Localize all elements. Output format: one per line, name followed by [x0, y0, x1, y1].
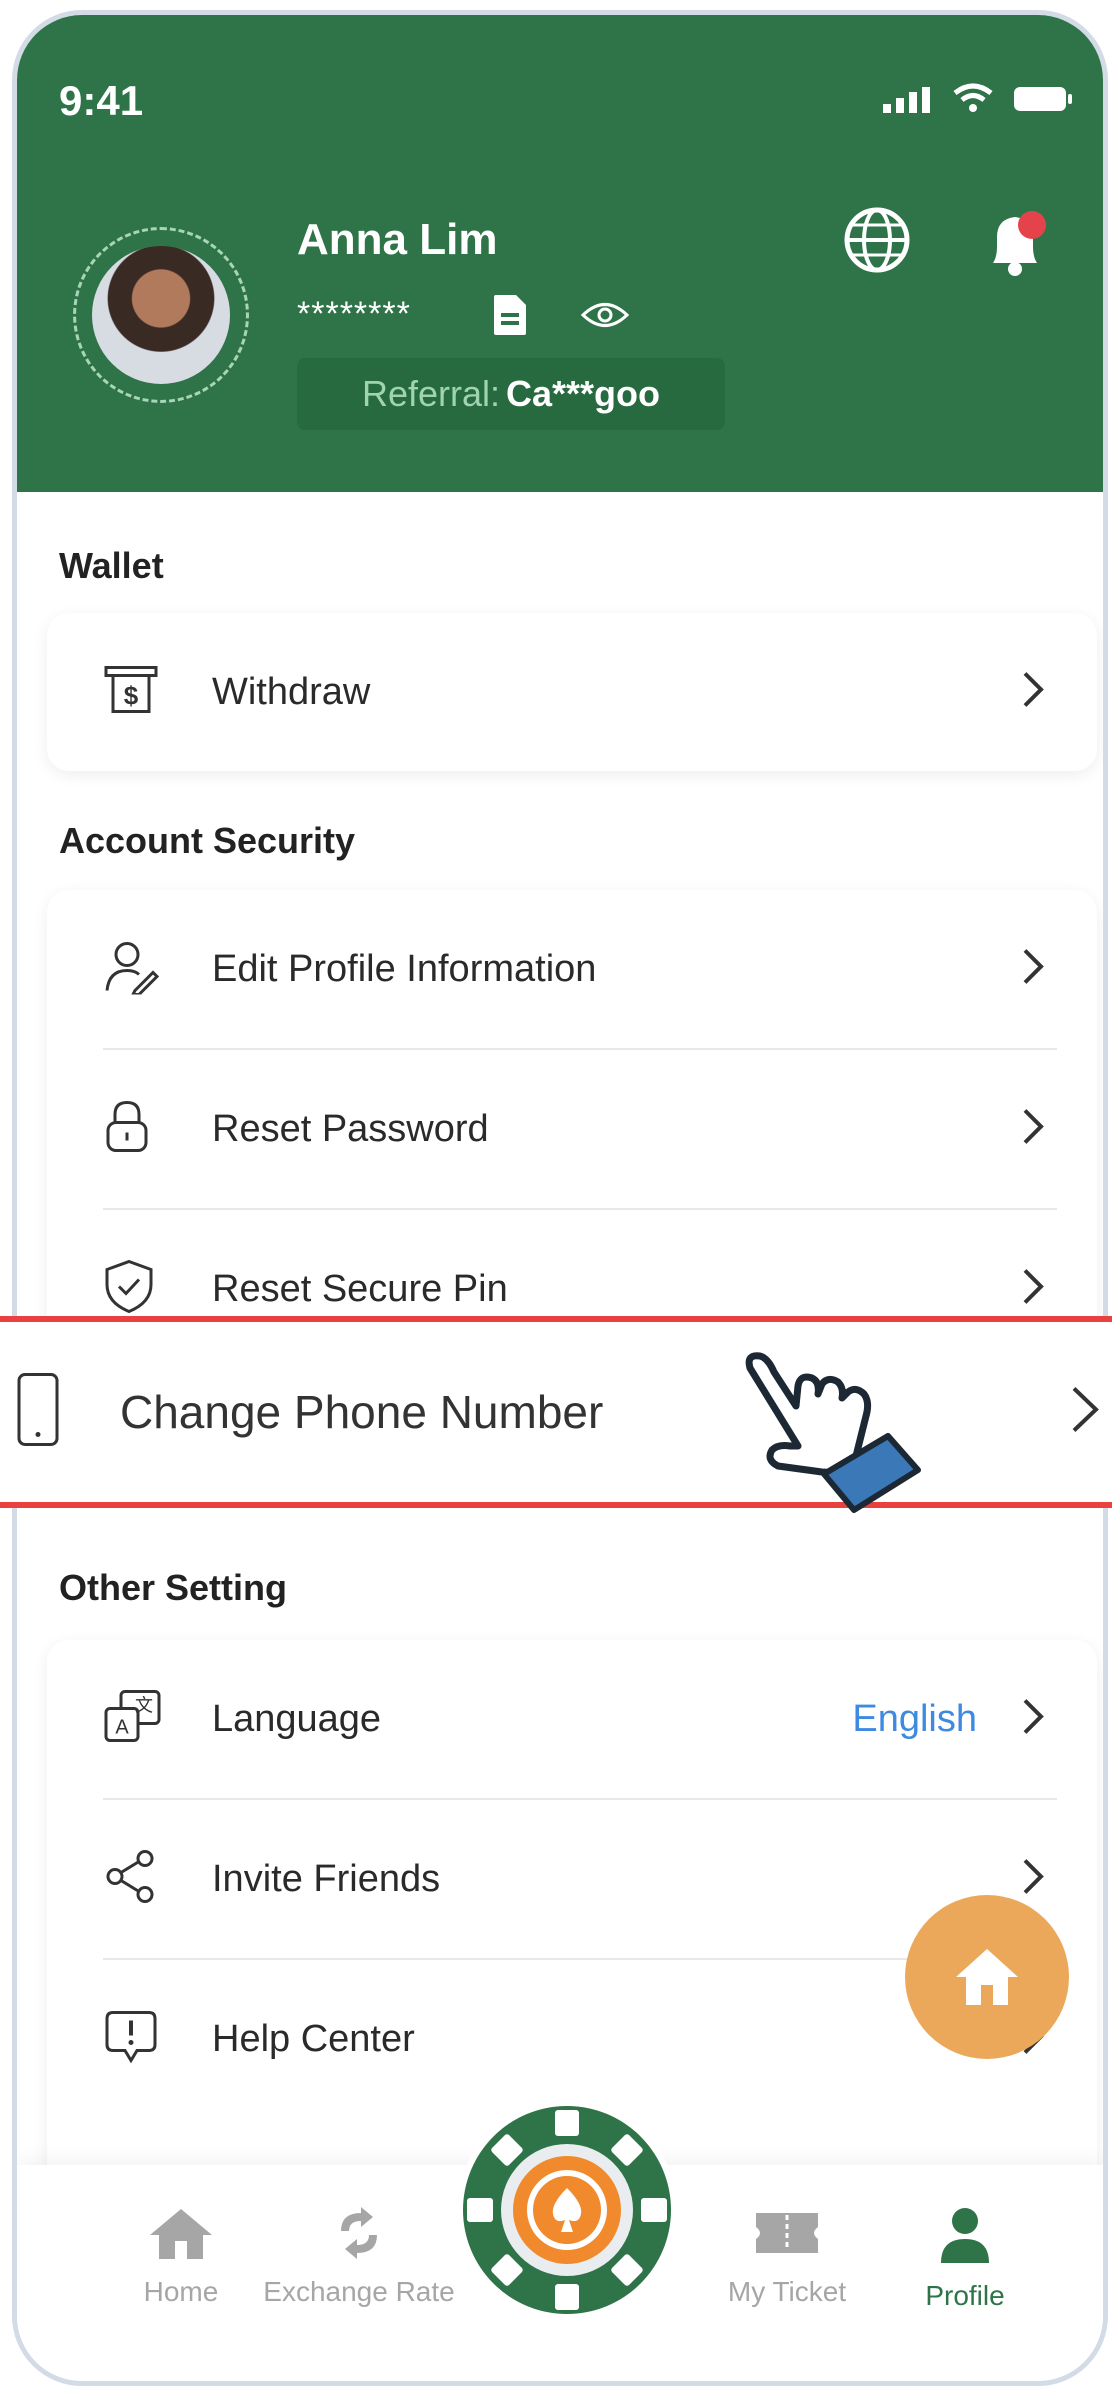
share-icon — [103, 1849, 159, 1910]
referral-label: Referral: — [361, 373, 500, 414]
language-row[interactable]: A 文 Language English — [47, 1640, 1097, 1798]
invite-friends-label: Invite Friends — [212, 1857, 441, 1900]
chevron-right-icon — [1021, 1697, 1045, 1742]
poker-chip-icon — [463, 2106, 671, 2314]
lock-icon — [103, 1099, 151, 1160]
user-name: Anna Lim — [297, 215, 498, 264]
home-icon — [150, 2209, 212, 2259]
nav-profile[interactable]: Profile — [865, 2205, 1065, 2312]
phone-icon — [16, 1372, 60, 1453]
help-center-label: Help Center — [212, 2017, 415, 2060]
cash-icon: $ — [103, 665, 159, 720]
nav-my-ticket-label: My Ticket — [727, 2276, 847, 2307]
status-time: 9:41 — [59, 77, 144, 124]
status-icons — [883, 83, 1073, 113]
reset-password-row[interactable]: Reset Password — [47, 1050, 1097, 1208]
edit-profile-row[interactable]: Edit Profile Information — [47, 890, 1097, 1048]
chevron-right-icon — [1021, 1857, 1045, 1902]
translate-icon: A 文 — [103, 1689, 163, 1750]
referral-code: Ca***goo — [506, 373, 661, 414]
shield-check-icon — [103, 1259, 155, 1320]
wallet-section-title: Wallet — [59, 545, 164, 586]
referral-badge[interactable]: Referral: Ca***goo — [297, 358, 725, 430]
wifi-icon — [953, 83, 993, 112]
chevron-right-icon — [1070, 1385, 1100, 1440]
change-phone-number-label: Change Phone Number — [120, 1386, 604, 1438]
nav-profile-label: Profile — [925, 2280, 1005, 2311]
language-label: Language — [212, 1697, 382, 1740]
signal-icon — [883, 87, 930, 113]
chevron-right-icon — [1021, 1267, 1045, 1312]
profile-header: 9:41 Anna Lim ******** Referral: Ca***go… — [17, 15, 1103, 492]
user-edit-icon — [103, 939, 160, 1000]
avatar[interactable] — [92, 246, 230, 384]
wallet-card: $ Withdraw — [47, 613, 1097, 771]
account-security-section-title: Account Security — [59, 820, 356, 861]
reset-secure-pin-label: Reset Secure Pin — [212, 1267, 508, 1310]
other-setting-section-title: Other Setting — [59, 1567, 288, 1608]
masked-account-id: ******** — [297, 295, 411, 333]
chevron-right-icon — [1021, 670, 1045, 715]
exchange-icon — [341, 2207, 377, 2259]
withdraw-row[interactable]: $ Withdraw — [47, 613, 1097, 771]
copy-icon[interactable] — [490, 293, 530, 342]
nav-home[interactable]: Home — [81, 2205, 281, 2308]
center-chip-button[interactable] — [457, 2100, 677, 2320]
eye-icon[interactable] — [580, 300, 630, 335]
battery-icon — [1014, 87, 1072, 111]
help-icon — [103, 2009, 159, 2070]
ticket-icon — [756, 2213, 818, 2253]
svg-text:A: A — [115, 1717, 129, 1739]
notification-bell-icon[interactable] — [977, 205, 1057, 290]
language-value: English — [852, 1697, 977, 1740]
reset-password-label: Reset Password — [212, 1107, 489, 1150]
nav-home-label: Home — [143, 2276, 219, 2307]
edit-profile-label: Edit Profile Information — [212, 947, 597, 990]
chevron-right-icon — [1021, 1107, 1045, 1152]
floating-home-button[interactable] — [905, 1895, 1069, 2059]
withdraw-label: Withdraw — [212, 670, 371, 713]
nav-my-ticket[interactable]: My Ticket — [687, 2205, 887, 2308]
profile-icon — [941, 2208, 989, 2263]
pointing-hand-cursor-icon — [738, 1350, 938, 1535]
home-icon — [956, 1949, 1018, 2005]
nav-exchange-rate-label: Exchange Rate — [263, 2276, 455, 2307]
avatar-ring — [73, 227, 249, 403]
nav-exchange-rate[interactable]: Exchange Rate — [259, 2205, 459, 2308]
svg-text:文: 文 — [135, 1696, 153, 1717]
svg-text:$: $ — [124, 681, 139, 711]
phone-frame: 9:41 Anna Lim ******** Referral: Ca***go… — [12, 10, 1108, 2386]
chevron-right-icon — [1021, 947, 1045, 992]
change-phone-number-row[interactable]: Change Phone Number — [0, 1316, 1112, 1508]
globe-icon[interactable] — [842, 205, 912, 280]
